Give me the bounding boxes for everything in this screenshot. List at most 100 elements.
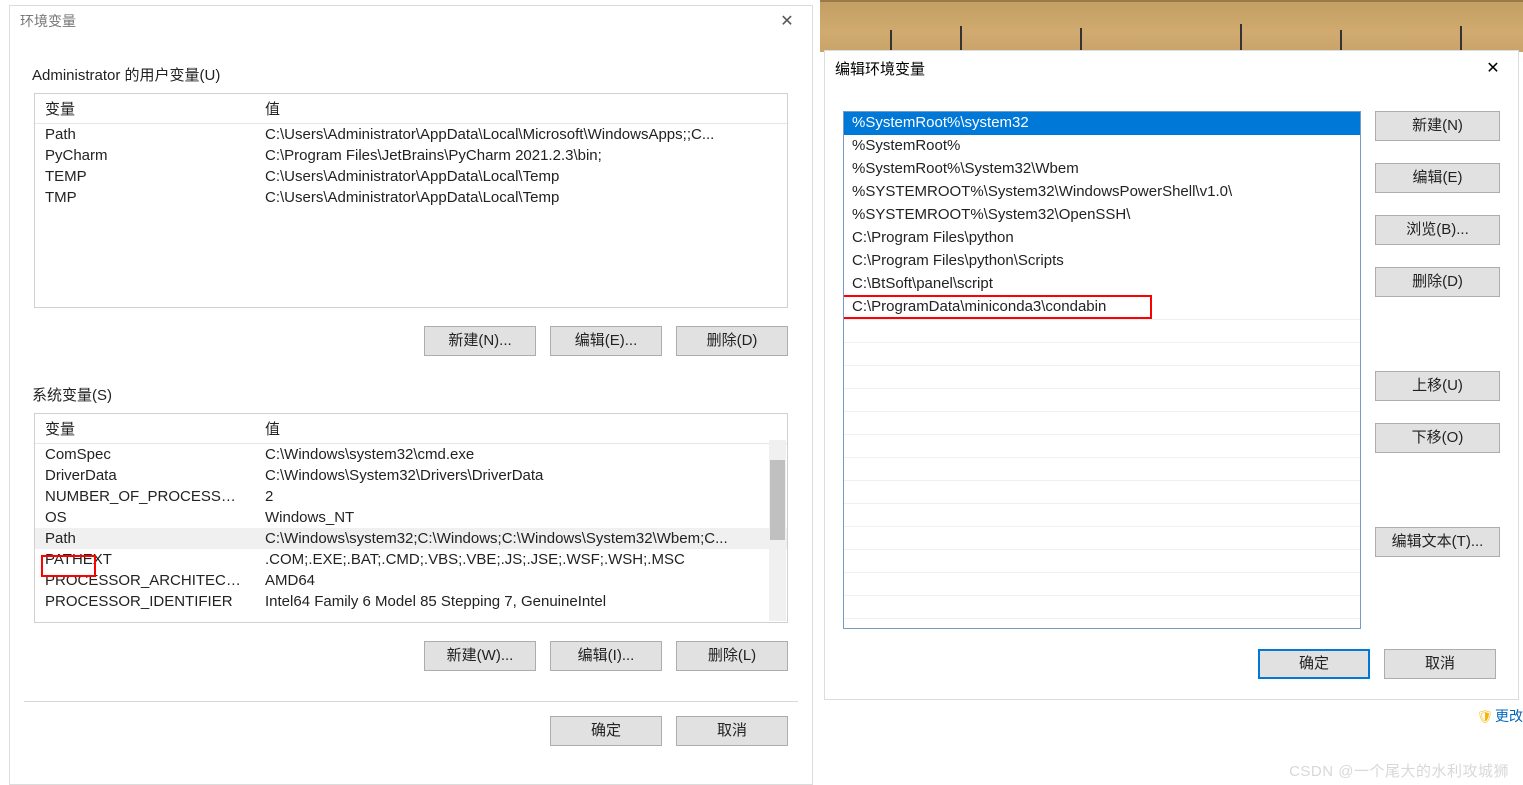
sys-vars-table[interactable]: 变量 值 ComSpecC:\Windows\system32\cmd.exeD… [34,413,788,623]
col-var-header[interactable]: 变量 [35,414,255,443]
desktop-background [820,0,1523,52]
list-empty-row [844,434,1360,457]
cell-var: Path [35,124,255,145]
cell-var: PROCESSOR_ARCHITECTURE [35,570,255,591]
cell-val: C:\Users\Administrator\AppData\Local\Tem… [255,166,787,187]
edit-text-button[interactable]: 编辑文本(T)... [1375,527,1500,557]
cell-val: C:\Windows\system32;C:\Windows;C:\Window… [255,528,787,549]
cell-val: C:\Windows\system32\cmd.exe [255,444,787,465]
dialog-title: 编辑环境变量 [835,58,925,79]
delete-path-button[interactable]: 删除(D) [1375,267,1500,297]
edit-env-var-dialog: 编辑环境变量 ✕ %SystemRoot%\system32%SystemRoo… [824,50,1519,700]
cell-val: AMD64 [255,570,787,591]
side-buttons: 新建(N) 编辑(E) 浏览(B)... 删除(D) 上移(U) 下移(O) 编… [1375,111,1500,629]
list-item[interactable]: C:\BtSoft\panel\script [844,273,1360,296]
list-item[interactable]: %SystemRoot%\system32 [844,112,1360,135]
cancel-button[interactable]: 取消 [1384,649,1496,679]
table-row[interactable]: PROCESSOR_ARCHITECTUREAMD64 [35,570,787,591]
change-settings-link[interactable]: 🛡更改 [1476,706,1523,726]
list-empty-row [844,480,1360,503]
list-item[interactable]: %SystemRoot% [844,135,1360,158]
list-empty-row [844,595,1360,618]
sys-delete-button[interactable]: 删除(L) [676,641,788,671]
table-row[interactable]: PROCESSOR_IDENTIFIERIntel64 Family 6 Mod… [35,591,787,612]
cell-val: Windows_NT [255,507,787,528]
cell-var: Path [35,528,255,549]
col-val-header[interactable]: 值 [255,94,787,123]
list-item[interactable]: C:\ProgramData\miniconda3\condabin [844,296,1360,319]
user-vars-table[interactable]: 变量 值 PathC:\Users\Administrator\AppData\… [34,93,788,308]
list-empty-row [844,457,1360,480]
list-item[interactable]: %SYSTEMROOT%\System32\OpenSSH\ [844,204,1360,227]
dialog-titlebar[interactable]: 编辑环境变量 ✕ [825,51,1518,85]
move-up-button[interactable]: 上移(U) [1375,371,1500,401]
ok-button[interactable]: 确定 [550,716,662,746]
browse-button[interactable]: 浏览(B)... [1375,215,1500,245]
dialog-buttons-row: 确定 取消 [1258,649,1496,679]
list-empty-row [844,365,1360,388]
table-row[interactable]: NUMBER_OF_PROCESSORS2 [35,486,787,507]
dialog-titlebar[interactable]: 环境变量 ✕ [10,6,812,36]
table-row[interactable]: PathC:\Users\Administrator\AppData\Local… [35,124,787,145]
col-var-header[interactable]: 变量 [35,94,255,123]
list-item[interactable]: C:\Program Files\python\Scripts [844,250,1360,273]
user-delete-button[interactable]: 删除(D) [676,326,788,356]
cell-var: DriverData [35,465,255,486]
cell-var: TMP [35,187,255,208]
cell-val: C:\Program Files\JetBrains\PyCharm 2021.… [255,145,787,166]
list-empty-row [844,572,1360,595]
table-row[interactable]: TMPC:\Users\Administrator\AppData\Local\… [35,187,787,208]
cell-var: ComSpec [35,444,255,465]
table-row[interactable]: PATHEXT.COM;.EXE;.BAT;.CMD;.VBS;.VBE;.JS… [35,549,787,570]
table-header[interactable]: 变量 值 [35,94,787,124]
close-icon[interactable]: ✕ [1478,58,1508,78]
table-row[interactable]: TEMPC:\Users\Administrator\AppData\Local… [35,166,787,187]
cell-var: PATHEXT [35,549,255,570]
list-empty-row [844,526,1360,549]
user-edit-button[interactable]: 编辑(E)... [550,326,662,356]
edit-path-button[interactable]: 编辑(E) [1375,163,1500,193]
user-new-button[interactable]: 新建(N)... [424,326,536,356]
cell-val: C:\Windows\System32\Drivers\DriverData [255,465,787,486]
new-path-button[interactable]: 新建(N) [1375,111,1500,141]
cell-val: 2 [255,486,787,507]
cell-val: C:\Users\Administrator\AppData\Local\Mic… [255,124,787,145]
shield-icon: 🛡 [1476,709,1493,724]
table-row[interactable]: PathC:\Windows\system32;C:\Windows;C:\Wi… [35,528,787,549]
cell-var: PyCharm [35,145,255,166]
sys-buttons-row: 新建(W)... 编辑(I)... 删除(L) [10,641,788,671]
move-down-button[interactable]: 下移(O) [1375,423,1500,453]
table-header[interactable]: 变量 值 [35,414,787,444]
cell-var: PROCESSOR_IDENTIFIER [35,591,255,612]
scroll-thumb[interactable] [770,460,785,540]
sys-vars-label: 系统变量(S) [32,384,812,405]
list-empty-row [844,319,1360,342]
cell-val: C:\Users\Administrator\AppData\Local\Tem… [255,187,787,208]
list-empty-row [844,503,1360,526]
close-icon[interactable]: ✕ [772,11,802,31]
cell-val: Intel64 Family 6 Model 85 Stepping 7, Ge… [255,591,787,612]
list-item[interactable]: C:\Program Files\python [844,227,1360,250]
table-row[interactable]: DriverDataC:\Windows\System32\Drivers\Dr… [35,465,787,486]
cancel-button[interactable]: 取消 [676,716,788,746]
table-row[interactable]: PyCharmC:\Program Files\JetBrains\PyChar… [35,145,787,166]
dialog-title: 环境变量 [20,11,76,31]
list-empty-row [844,618,1360,629]
col-val-header[interactable]: 值 [255,414,787,443]
user-buttons-row: 新建(N)... 编辑(E)... 删除(D) [10,326,788,356]
path-list[interactable]: %SystemRoot%\system32%SystemRoot%%System… [843,111,1361,629]
cell-var: NUMBER_OF_PROCESSORS [35,486,255,507]
ok-button[interactable]: 确定 [1258,649,1370,679]
env-vars-dialog: 环境变量 ✕ Administrator 的用户变量(U) 变量 值 PathC… [9,5,813,785]
sys-edit-button[interactable]: 编辑(I)... [550,641,662,671]
list-item[interactable]: %SYSTEMROOT%\System32\WindowsPowerShell\… [844,181,1360,204]
table-row[interactable]: ComSpecC:\Windows\system32\cmd.exe [35,444,787,465]
dialog-buttons-row: 确定 取消 [10,716,788,746]
cell-val: .COM;.EXE;.BAT;.CMD;.VBS;.VBE;.JS;.JSE;.… [255,549,787,570]
watermark: CSDN @一个尾大的水利攻城狮 [1289,760,1509,781]
list-item[interactable]: %SystemRoot%\System32\Wbem [844,158,1360,181]
sys-new-button[interactable]: 新建(W)... [424,641,536,671]
table-row[interactable]: OSWindows_NT [35,507,787,528]
scrollbar[interactable] [769,440,786,621]
list-empty-row [844,342,1360,365]
